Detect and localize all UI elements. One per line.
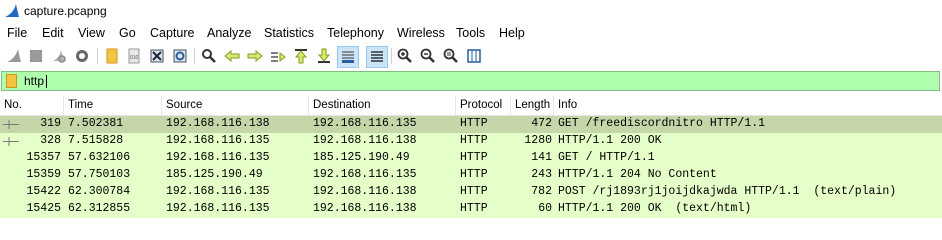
cell-time: 7.515828	[68, 134, 124, 147]
cell-source: 192.168.116.138	[166, 117, 270, 130]
display-filter-bar	[1, 71, 940, 91]
cell-length: 141	[531, 151, 552, 164]
menu-go[interactable]: Go	[119, 26, 136, 40]
column-header-no[interactable]: No.	[0, 96, 64, 115]
save-file-icon[interactable]: 010	[125, 47, 143, 65]
column-header-source[interactable]: Source	[162, 96, 309, 115]
cell-no: 15357	[26, 151, 61, 164]
reload-icon[interactable]	[171, 47, 189, 65]
cell-protocol: HTTP	[460, 134, 488, 147]
cell-info: GET / HTTP/1.1	[558, 151, 655, 164]
menu-tools[interactable]: Tools	[456, 26, 485, 40]
stop-icon[interactable]	[27, 47, 45, 65]
menu-statistics[interactable]: Statistics	[264, 26, 314, 40]
packet-row[interactable]: 15359 57.750103 185.125.190.49 192.168.1…	[0, 167, 942, 184]
cell-time: 57.750103	[68, 168, 131, 181]
cell-source: 192.168.116.135	[166, 134, 270, 147]
cell-no: 319	[40, 117, 61, 130]
display-filter-input[interactable]	[24, 73, 924, 89]
column-header-destination[interactable]: Destination	[309, 96, 456, 115]
close-file-icon[interactable]	[148, 47, 166, 65]
cell-no: 15422	[26, 185, 61, 198]
packet-row[interactable]: 319 7.502381 192.168.116.138 192.168.116…	[0, 116, 942, 133]
cell-destination: 192.168.116.138	[313, 202, 417, 215]
open-file-icon[interactable]	[103, 47, 121, 65]
packet-row[interactable]: 328 7.515828 192.168.116.135 192.168.116…	[0, 133, 942, 150]
menu-edit[interactable]: Edit	[42, 26, 64, 40]
bookmark-icon[interactable]	[6, 74, 17, 88]
cell-no: 15359	[26, 168, 61, 181]
column-header-protocol[interactable]: Protocol	[456, 96, 511, 115]
cell-info: HTTP/1.1 200 OK	[558, 134, 662, 147]
packet-row[interactable]: 15422 62.300784 192.168.116.135 192.168.…	[0, 184, 942, 201]
cell-protocol: HTTP	[460, 151, 488, 164]
cell-info: POST /rj1893rj1joijdkajwda HTTP/1.1 (tex…	[558, 185, 897, 198]
menu-wireless[interactable]: Wireless	[397, 26, 445, 40]
cell-length: 782	[531, 185, 552, 198]
main-toolbar: 010	[0, 44, 942, 68]
resize-columns-icon[interactable]	[465, 47, 483, 65]
zoom-in-icon[interactable]	[396, 47, 414, 65]
cell-source: 192.168.116.135	[166, 185, 270, 198]
wireshark-fin-icon	[5, 4, 19, 17]
text-cursor	[46, 75, 47, 88]
cell-destination: 192.168.116.135	[313, 168, 417, 181]
column-header-info[interactable]: Info	[554, 96, 942, 115]
cell-time: 57.632106	[68, 151, 131, 164]
go-forward-icon[interactable]	[246, 47, 264, 65]
cell-info: GET /freediscordnitro HTTP/1.1	[558, 117, 766, 130]
last-packet-icon[interactable]	[315, 47, 333, 65]
go-to-packet-icon[interactable]	[269, 47, 287, 65]
title-bar: capture.pcapng	[0, 0, 942, 22]
restart-icon[interactable]	[50, 47, 68, 65]
go-back-icon[interactable]	[223, 47, 241, 65]
column-header-time[interactable]: Time	[64, 96, 162, 115]
cell-destination: 192.168.116.138	[313, 185, 417, 198]
column-header-length[interactable]: Length	[511, 96, 554, 115]
cell-time: 7.502381	[68, 117, 124, 130]
cell-info: HTTP/1.1 204 No Content	[558, 168, 717, 181]
normal-size-icon[interactable]	[442, 47, 460, 65]
cell-length: 243	[531, 168, 552, 181]
cell-info: HTTP/1.1 200 OK (text/html)	[558, 202, 752, 215]
menu-capture[interactable]: Capture	[150, 26, 194, 40]
cell-destination: 192.168.116.138	[313, 134, 417, 147]
packet-list-header: No. Time Source Destination Protocol Len…	[0, 96, 942, 116]
cell-no: 15425	[26, 202, 61, 215]
find-icon[interactable]	[200, 47, 218, 65]
options-gear-icon[interactable]	[73, 47, 91, 65]
cell-protocol: HTTP	[460, 202, 488, 215]
cell-protocol: HTTP	[460, 168, 488, 181]
autoscroll-icon[interactable]	[337, 46, 359, 68]
cell-no: 328	[40, 134, 61, 147]
menu-view[interactable]: View	[78, 26, 105, 40]
cell-protocol: HTTP	[460, 117, 488, 130]
menu-telephony[interactable]: Telephony	[327, 26, 384, 40]
svg-text:010: 010	[130, 55, 139, 61]
cell-source: 185.125.190.49	[166, 168, 263, 181]
cell-destination: 192.168.116.135	[313, 117, 417, 130]
cell-destination: 185.125.190.49	[313, 151, 410, 164]
cell-source: 192.168.116.135	[166, 151, 270, 164]
cell-time: 62.312855	[68, 202, 131, 215]
menu-help[interactable]: Help	[499, 26, 525, 40]
cell-time: 62.300784	[68, 185, 131, 198]
shark-fin-start-icon[interactable]	[5, 47, 23, 65]
cell-protocol: HTTP	[460, 185, 488, 198]
menu-file[interactable]: File	[7, 26, 27, 40]
cell-length: 472	[531, 117, 552, 130]
zoom-out-icon[interactable]	[419, 47, 437, 65]
window-title: capture.pcapng	[24, 4, 107, 18]
cell-length: 1280	[524, 134, 552, 147]
cell-source: 192.168.116.135	[166, 202, 270, 215]
menu-analyze[interactable]: Analyze	[207, 26, 251, 40]
first-packet-icon[interactable]	[292, 47, 310, 65]
cell-length: 60	[538, 202, 552, 215]
colorize-icon[interactable]	[366, 46, 388, 68]
packet-row[interactable]: 15425 62.312855 192.168.116.135 192.168.…	[0, 201, 942, 218]
menu-bar: File Edit View Go Capture Analyze Statis…	[0, 23, 942, 43]
packet-row[interactable]: 15357 57.632106 192.168.116.135 185.125.…	[0, 150, 942, 167]
